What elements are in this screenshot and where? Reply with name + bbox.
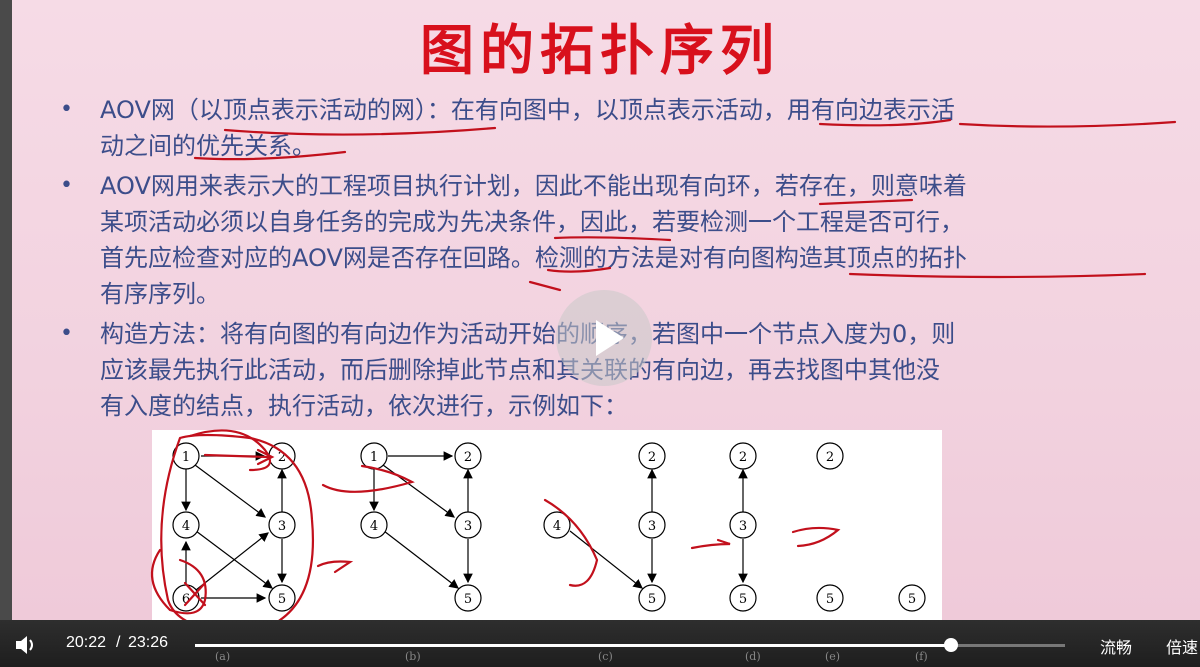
node-label: 4 — [182, 519, 190, 534]
node-label: 2 — [739, 450, 747, 465]
node-label: 5 — [826, 592, 834, 607]
speaker-icon[interactable] — [14, 634, 38, 656]
quality-button[interactable]: 流畅 — [1100, 634, 1132, 658]
play-icon — [596, 320, 624, 356]
progress-fill — [195, 644, 952, 647]
node-label: 3 — [464, 519, 472, 534]
bullet-marker: • — [60, 321, 73, 346]
node-label: 2 — [648, 450, 656, 465]
node-label: 6 — [182, 592, 190, 607]
node-label: 5 — [464, 592, 472, 607]
figure-sublabel: (f) — [915, 650, 928, 663]
node-label: 1 — [370, 450, 378, 465]
graph-diagram: 1 2 4 3 6 5 1 2 4 3 5 2 4 3 5 2 3 5 2 5 — [172, 442, 926, 612]
progress-handle[interactable] — [944, 638, 959, 652]
window-frame — [0, 0, 12, 620]
node-label: 1 — [182, 450, 190, 465]
time-separator: / — [116, 634, 121, 651]
progress-bar[interactable] — [195, 638, 1065, 652]
bullet-marker: • — [60, 173, 73, 198]
bullet-line: 有入度的结点，执行活动，依次进行，示例如下： — [100, 392, 628, 420]
node-label: 2 — [826, 450, 834, 465]
figure-sublabel: (e) — [825, 650, 841, 663]
bullet-line: 某项活动必须以自身任务的完成为先决条件，因此，若要检测一个工程是否可行， — [100, 208, 964, 236]
bullet-line: AOV网用来表示大的工程项目执行计划，因此不能出现有向环，若存在，则意味着 — [100, 172, 967, 200]
bullet-line: AOV网（以顶点表示活动的网）：在有向图中，以顶点表示活动，用有向边表示活 — [100, 96, 955, 124]
bullet-aov-definition: • AOV网（以顶点表示活动的网）：在有向图中，以顶点表示活动，用有向边表示活 … — [60, 92, 1180, 164]
node-label: 3 — [739, 519, 747, 534]
node-label: 5 — [648, 592, 656, 607]
duration: 23:26 — [128, 634, 169, 651]
node-label: 3 — [648, 519, 656, 534]
figure-sublabel: (a) — [215, 650, 231, 663]
node-label: 2 — [278, 450, 286, 465]
current-time: 20:22 — [66, 634, 107, 651]
node-label: 4 — [370, 519, 378, 534]
figure-sublabel: (c) — [598, 650, 613, 663]
slide: 图的拓扑序列 • AOV网（以顶点表示活动的网）：在有向图中，以顶点表示活动，用… — [0, 0, 1200, 620]
node-label: 3 — [278, 519, 286, 534]
topological-sort-figure: 1 2 4 3 6 5 1 2 4 3 5 2 4 3 5 2 3 5 2 5 — [152, 430, 942, 620]
node-label: 4 — [553, 519, 561, 534]
bullet-line: 动之间的优先关系。 — [100, 132, 316, 160]
node-label: 5 — [739, 592, 747, 607]
slide-title: 图的拓扑序列 — [420, 18, 780, 82]
node-label: 2 — [464, 450, 472, 465]
bullet-marker: • — [60, 97, 73, 122]
bullet-aov-usage: • AOV网用来表示大的工程项目执行计划，因此不能出现有向环，若存在，则意味着 … — [60, 168, 1180, 312]
figure-sublabel: (b) — [405, 650, 421, 663]
node-label: 5 — [908, 592, 916, 607]
bullet-line: 首先应检查对应的AOV网是否存在回路。检测的方法是对有向图构造其顶点的拓扑 — [100, 244, 967, 272]
figure-sublabel: (d) — [745, 650, 761, 663]
speed-button[interactable]: 倍速 — [1166, 634, 1198, 658]
node-label: 5 — [278, 592, 286, 607]
